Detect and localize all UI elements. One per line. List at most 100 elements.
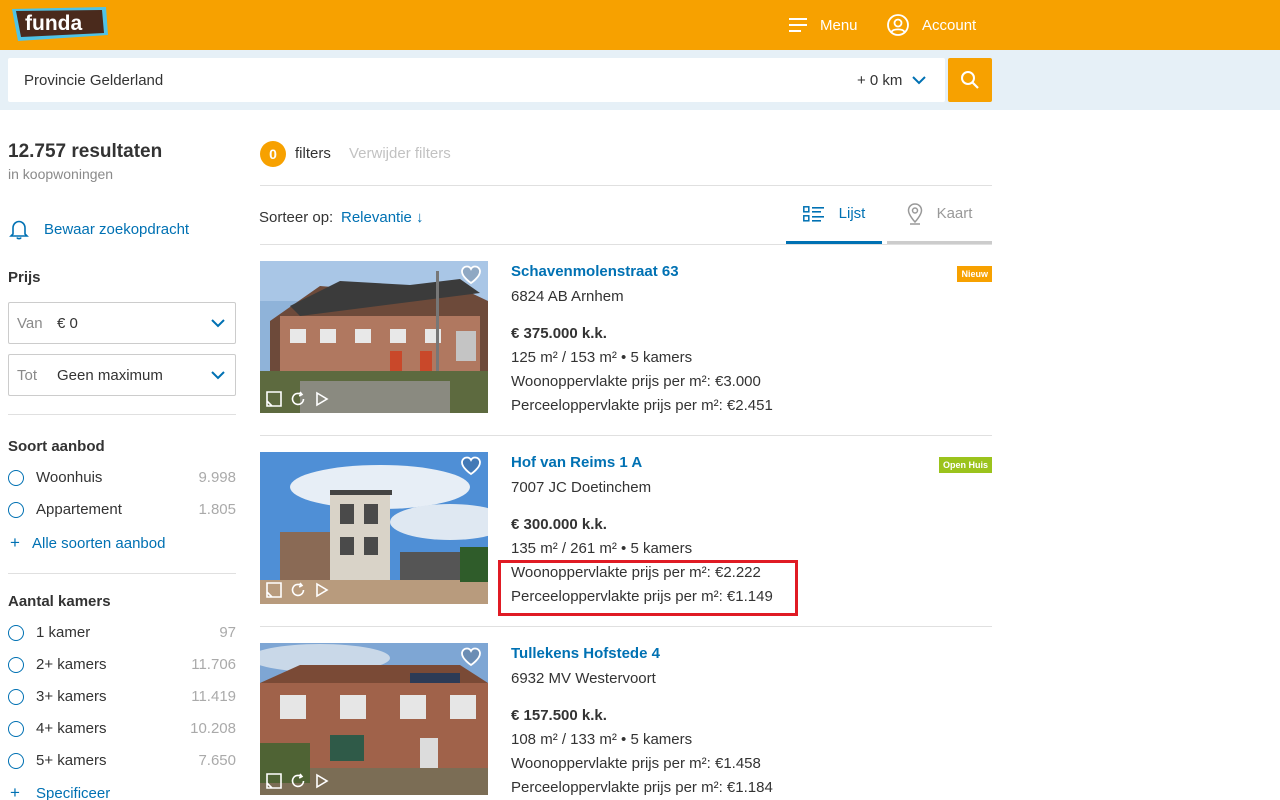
- radio-label: Appartement: [36, 501, 122, 518]
- search-input[interactable]: [24, 58, 724, 102]
- play-icon[interactable]: [314, 391, 330, 407]
- radio-rooms-2[interactable]: 2+ kamers 11.706: [8, 655, 236, 675]
- remove-filters-link[interactable]: Verwijder filters: [349, 145, 451, 162]
- photo-icon-group: [266, 582, 330, 598]
- radio-appartement[interactable]: Appartement 1.805: [8, 500, 236, 520]
- radio-circle[interactable]: [8, 625, 24, 641]
- play-icon[interactable]: [314, 773, 330, 789]
- radio-circle[interactable]: [8, 721, 24, 737]
- heart-icon[interactable]: [460, 647, 482, 672]
- radio-woonhuis[interactable]: Woonhuis 9.998: [8, 468, 236, 488]
- radius-select[interactable]: + 0 km: [857, 58, 927, 102]
- divider: [8, 414, 236, 415]
- listing-title[interactable]: Tullekens Hofstede 4: [511, 645, 660, 662]
- listing-photo[interactable]: [260, 452, 488, 604]
- 360-view-icon[interactable]: [290, 582, 306, 598]
- listing-perceel-price: Perceeloppervlakte prijs per m²: €2.451: [511, 397, 773, 414]
- floorplan-icon[interactable]: [266, 773, 282, 789]
- tab-map[interactable]: Kaart: [887, 186, 992, 244]
- listing-item[interactable]: Schavenmolenstraat 63 6824 AB Arnhem € 3…: [260, 261, 992, 414]
- radio-circle[interactable]: [8, 470, 24, 486]
- divider: [260, 244, 992, 245]
- listing-photo[interactable]: [260, 643, 488, 795]
- divider: [260, 185, 992, 186]
- price-heading: Prijs: [8, 269, 41, 286]
- price-from-value: € 0: [57, 315, 78, 332]
- chevron-down-icon: [211, 371, 225, 380]
- funda-logo[interactable]: funda: [8, 5, 110, 43]
- radio-label: 1 kamer: [36, 624, 91, 641]
- listing-photo[interactable]: [260, 261, 488, 413]
- search-bar: + 0 km: [0, 50, 1280, 110]
- account-button[interactable]: Account: [887, 0, 976, 50]
- radio-rooms-5[interactable]: 5+ kamers 7.650: [8, 751, 236, 771]
- price-to-label: Tot: [17, 367, 38, 384]
- tab-map-label: Kaart: [936, 205, 973, 222]
- price-to-value: Geen maximum: [57, 367, 163, 384]
- results-subtitle: in koopwoningen: [8, 166, 114, 182]
- price-from-label: Van: [17, 315, 43, 332]
- radio-label: 4+ kamers: [36, 720, 107, 737]
- chevron-down-icon: [211, 319, 225, 328]
- radio-rooms-4[interactable]: 4+ kamers 10.208: [8, 719, 236, 739]
- listing-price: € 300.000 k.k.: [511, 516, 607, 533]
- radio-rooms-1[interactable]: 1 kamer 97: [8, 623, 236, 643]
- radio-circle[interactable]: [8, 689, 24, 705]
- listing-specs: 108 m² / 133 m² • 5 kamers: [511, 731, 693, 748]
- radio-circle[interactable]: [8, 753, 24, 769]
- menu-label: Menu: [820, 16, 858, 34]
- user-icon: [887, 14, 909, 36]
- results-count: 12.757 resultaten: [8, 141, 163, 162]
- photo-icon-group: [266, 773, 330, 789]
- listing-title[interactable]: Schavenmolenstraat 63: [511, 263, 679, 280]
- tab-list-label: Lijst: [838, 205, 866, 222]
- radio-count: 9.998: [198, 469, 236, 486]
- radius-value: + 0 km: [857, 71, 903, 89]
- divider: [260, 626, 992, 627]
- radio-label: 5+ kamers: [36, 752, 107, 769]
- radio-count: 7.650: [198, 752, 236, 769]
- radio-rooms-3[interactable]: 3+ kamers 11.419: [8, 687, 236, 707]
- play-icon[interactable]: [314, 582, 330, 598]
- filter-count-badge[interactable]: 0: [260, 141, 286, 167]
- rooms-heading: Aantal kamers: [8, 593, 111, 610]
- listing-title[interactable]: Hof van Reims 1 A: [511, 454, 642, 471]
- tab-list[interactable]: Lijst: [786, 186, 882, 244]
- radio-label: 2+ kamers: [36, 656, 107, 673]
- menu-button[interactable]: Menu: [789, 0, 858, 50]
- floorplan-icon[interactable]: [266, 391, 282, 407]
- photo-icon-group: [266, 391, 330, 407]
- 360-view-icon[interactable]: [290, 773, 306, 789]
- radio-label: 3+ kamers: [36, 688, 107, 705]
- account-label: Account: [922, 16, 977, 34]
- listing-zip: 6932 MV Westervoort: [511, 670, 656, 687]
- listing-item[interactable]: Tullekens Hofstede 4 6932 MV Westervoort…: [260, 643, 992, 796]
- save-search-link[interactable]: Bewaar zoekopdracht: [8, 218, 189, 240]
- radio-circle[interactable]: [8, 657, 24, 673]
- radio-label: Woonhuis: [36, 469, 103, 486]
- heart-icon[interactable]: [460, 265, 482, 290]
- radio-circle[interactable]: [8, 502, 24, 518]
- svg-text:funda: funda: [25, 12, 82, 35]
- radio-count: 10.208: [190, 720, 236, 737]
- map-pin-icon: [907, 202, 922, 225]
- divider: [8, 573, 236, 574]
- 360-view-icon[interactable]: [290, 391, 306, 407]
- price-to-select[interactable]: Tot Geen maximum: [8, 354, 236, 396]
- sort-select[interactable]: Relevantie ↓: [341, 209, 424, 226]
- radio-count: 1.805: [198, 501, 236, 518]
- all-offer-types-link[interactable]: + Alle soorten aanbod: [8, 533, 165, 553]
- price-from-select[interactable]: Van € 0: [8, 302, 236, 344]
- search-button[interactable]: [948, 58, 992, 102]
- heart-icon[interactable]: [460, 456, 482, 481]
- listing-zip: 6824 AB Arnhem: [511, 288, 624, 305]
- top-header: funda Menu Account: [0, 0, 1280, 50]
- specify-rooms-link[interactable]: + Specificeer: [8, 783, 110, 800]
- highlight-annotation: [498, 560, 798, 616]
- listing-zip: 7007 JC Doetinchem: [511, 479, 652, 496]
- bell-icon: [9, 220, 29, 240]
- new-badge: Nieuw: [957, 266, 992, 282]
- hamburger-icon: [789, 18, 807, 32]
- filters-label[interactable]: filters: [295, 145, 331, 162]
- floorplan-icon[interactable]: [266, 582, 282, 598]
